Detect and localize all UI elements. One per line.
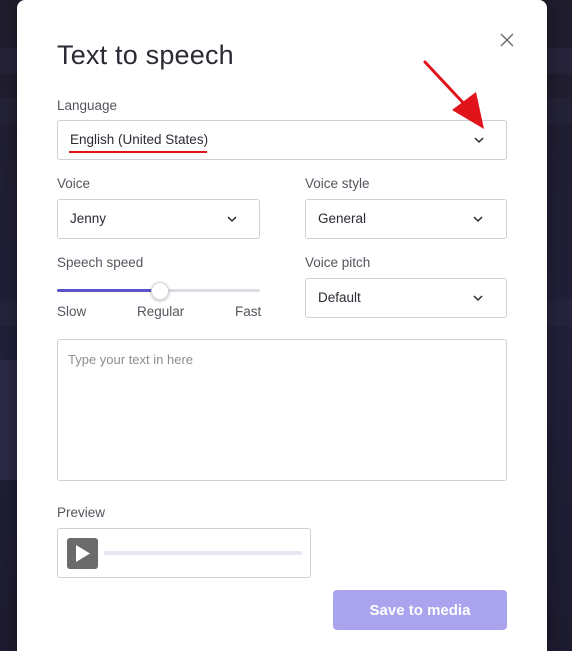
- speech-speed-label: Speech speed: [57, 255, 144, 270]
- speed-regular-label: Regular: [137, 304, 185, 319]
- chevron-down-icon: [473, 216, 483, 223]
- play-button[interactable]: [67, 538, 98, 569]
- language-value: English (United States): [70, 132, 209, 147]
- chevron-down-icon: [473, 295, 483, 302]
- voice-pitch-label: Voice pitch: [305, 255, 371, 270]
- voice-select[interactable]: Jenny: [57, 199, 260, 239]
- chevron-down-icon: [227, 216, 237, 223]
- speech-speed-slider[interactable]: [57, 282, 260, 300]
- preview-label: Preview: [57, 505, 106, 520]
- voice-label: Voice: [57, 176, 91, 191]
- speed-fast-label: Fast: [235, 304, 262, 319]
- voice-value: Jenny: [70, 211, 107, 226]
- speed-slow-label: Slow: [57, 304, 87, 319]
- language-label: Language: [57, 98, 118, 113]
- dialog-title: Text to speech: [57, 40, 234, 70]
- speech-text-input[interactable]: [57, 339, 507, 481]
- play-icon: [76, 545, 90, 562]
- voice-pitch-select[interactable]: Default: [305, 278, 507, 318]
- voice-pitch-value: Default: [318, 290, 361, 305]
- slider-fill: [57, 289, 159, 292]
- close-icon: [500, 33, 514, 47]
- close-button[interactable]: [497, 30, 517, 50]
- voice-style-value: General: [318, 211, 367, 226]
- preview-progress-bar[interactable]: [104, 551, 302, 555]
- backdrop-panel: [0, 360, 18, 480]
- slider-thumb[interactable]: [150, 282, 169, 300]
- annotation-underline: [69, 151, 207, 153]
- voice-style-label: Voice style: [305, 176, 370, 191]
- language-select[interactable]: English (United States): [57, 120, 507, 160]
- save-to-media-button[interactable]: Save to media: [333, 590, 507, 630]
- chevron-down-icon: [474, 137, 484, 144]
- preview-player: [57, 528, 311, 578]
- voice-style-select[interactable]: General: [305, 199, 507, 239]
- text-to-speech-dialog: Text to speech Language English (United …: [17, 0, 547, 651]
